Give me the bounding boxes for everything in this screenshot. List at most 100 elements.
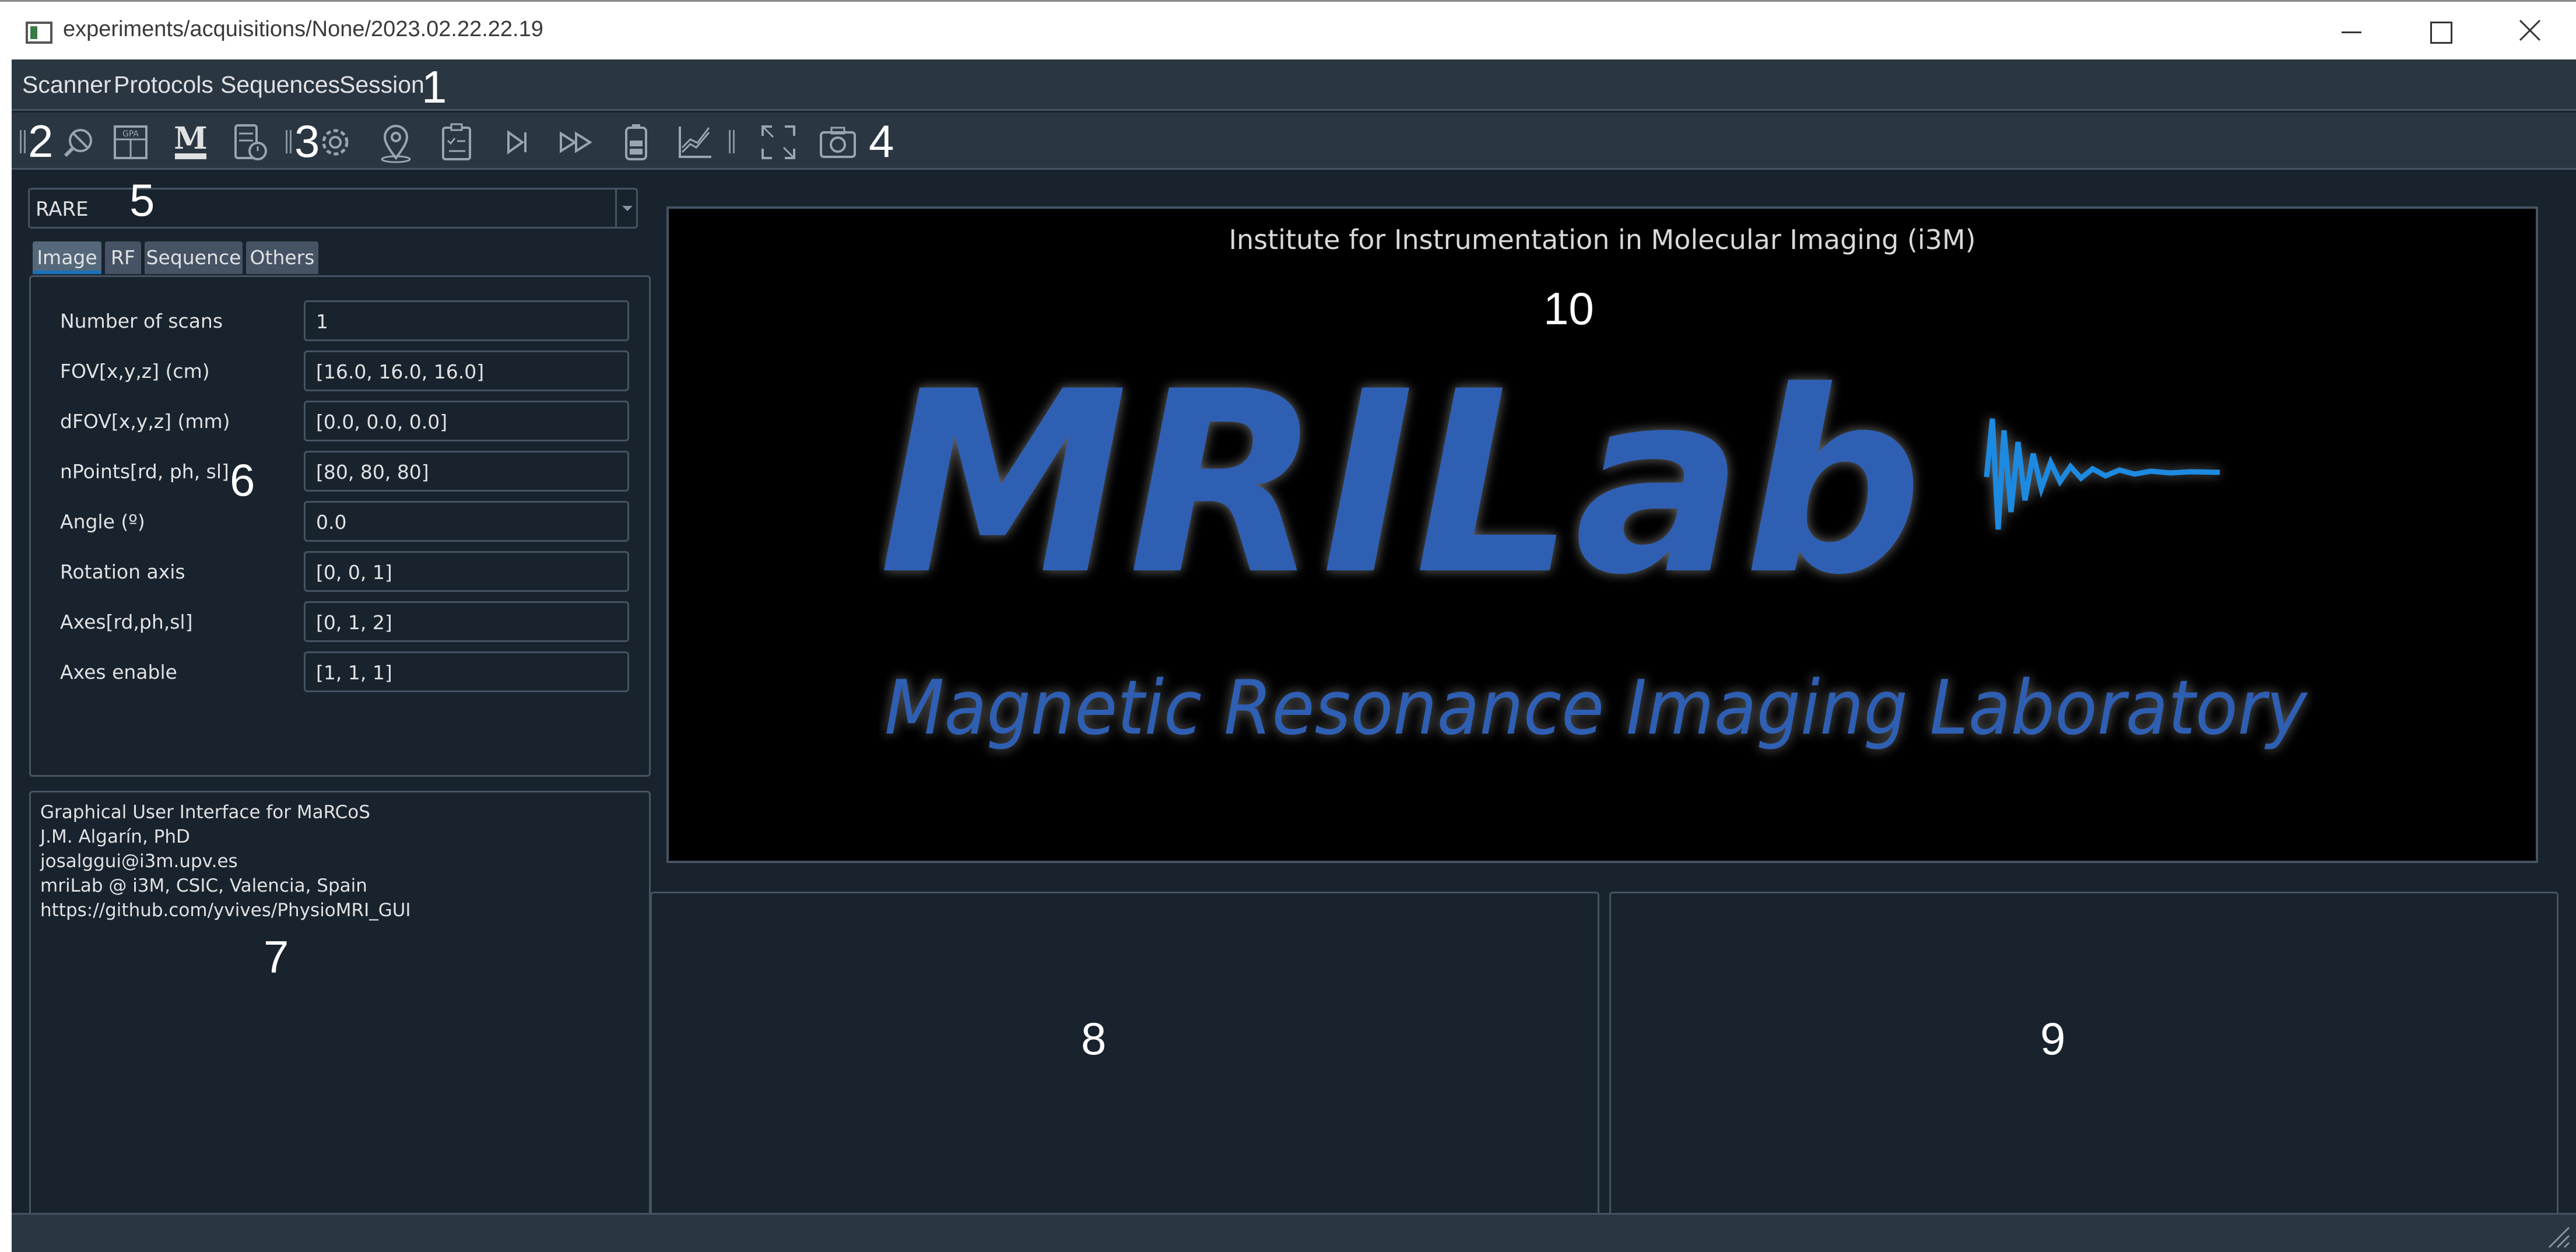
localizer-icon [381, 125, 411, 163]
maximize-button[interactable] [2420, 12, 2461, 51]
window-title: experiments/acquisitions/None/2023.02.22… [63, 17, 543, 41]
fast-forward-button[interactable] [553, 120, 598, 165]
param-label: nPoints[rd, ph, sl] [60, 460, 229, 483]
fullscreen-icon [761, 125, 795, 159]
fid-signal-icon [1984, 418, 2220, 530]
splash-panel: Institute for Instrumentation in Molecul… [666, 206, 2538, 863]
close-icon [2519, 19, 2541, 41]
plot-panel-left[interactable]: 8 [650, 892, 1599, 1252]
info-line: J.M. Algarín, PhD [40, 826, 190, 847]
axes-enable-input[interactable]: [1, 1, 1] [304, 651, 629, 692]
fullscreen-button[interactable] [756, 120, 801, 165]
search-off-button[interactable] [57, 120, 103, 165]
localizer-button[interactable] [373, 120, 419, 165]
logo-subtitle: Magnetic Resonance Imaging Laboratory [885, 665, 2308, 752]
menu-sequences[interactable]: Sequences [220, 71, 340, 99]
checklist-button[interactable] [434, 120, 479, 165]
annotation-marker-6: 6 [230, 454, 255, 506]
annotation-marker-2: 2 [28, 115, 54, 167]
param-row: dFOV[x,y,z] (mm) [0.0, 0.0, 0.0] [31, 399, 649, 443]
info-line: mriLab @ i3M, CSIC, Valencia, Spain [40, 875, 367, 896]
window-edge [0, 59, 12, 1252]
window-titlebar: experiments/acquisitions/None/2023.02.22… [0, 0, 2576, 59]
param-row: Rotation axis [0, 0, 1] [31, 550, 649, 593]
menu-session[interactable]: Session [339, 71, 424, 99]
parameter-form: Number of scans 1 FOV[x,y,z] (cm) [16.0,… [29, 275, 651, 777]
plot-view-button[interactable] [673, 120, 718, 165]
annotation-marker-5: 5 [129, 174, 155, 226]
menu-bar: Scanner Protocols Sequences Session 1 [12, 59, 2576, 113]
axes-input[interactable]: [0, 1, 2] [304, 601, 629, 642]
angle-input[interactable]: 0.0 [304, 501, 629, 542]
number-of-scans-input[interactable]: 1 [304, 300, 629, 341]
tab-rf[interactable]: RF [105, 241, 141, 274]
toolbar: 2 GPA M 3 4 [12, 113, 2576, 170]
battery-icon [625, 124, 647, 160]
rotation-axis-input[interactable]: [0, 0, 1] [304, 551, 629, 592]
param-label: Axes[rd,ph,sl] [60, 611, 193, 633]
gpa-fhdo-button[interactable]: GPA [108, 120, 153, 165]
annotation-marker-9: 9 [2040, 1013, 2066, 1064]
server-timer-button[interactable] [227, 120, 273, 165]
plot-view-icon [679, 127, 711, 158]
search-off-icon [64, 129, 92, 157]
toolbar-handle [20, 130, 26, 153]
logo-title: MRILab [879, 349, 1923, 630]
tab-sequence[interactable]: Sequence [145, 241, 243, 274]
annotation-marker-7: 7 [264, 931, 289, 983]
marcos-button[interactable]: M [168, 120, 213, 165]
param-label: FOV[x,y,z] (cm) [60, 360, 210, 383]
tab-others[interactable]: Others [246, 241, 318, 274]
step-forward-icon [507, 130, 527, 155]
chevron-down-icon[interactable] [615, 190, 636, 227]
step-forward-button[interactable] [493, 120, 539, 165]
dfov-input[interactable]: [0.0, 0.0, 0.0] [304, 401, 629, 441]
svg-text:GPA: GPA [122, 129, 139, 139]
resize-grip-icon[interactable] [2543, 1222, 2570, 1249]
institute-label: Institute for Instrumentation in Molecul… [1229, 224, 1976, 255]
marcos-icon: M [174, 121, 208, 159]
checklist-icon [442, 123, 471, 160]
battery-button[interactable] [613, 120, 659, 165]
param-label: Number of scans [60, 310, 223, 332]
status-bar [12, 1213, 2576, 1252]
tab-image[interactable]: Image [33, 241, 101, 274]
settings-button[interactable] [313, 120, 358, 165]
param-row: Angle (º) 0.0 [31, 500, 649, 543]
param-row: FOV[x,y,z] (cm) [16.0, 16.0, 16.0] [31, 349, 649, 392]
sequence-select-value: RARE [36, 198, 89, 221]
toolbar-handle [729, 130, 735, 153]
server-timer-icon [234, 124, 267, 160]
info-line: Graphical User Interface for MaRCoS [40, 802, 370, 823]
param-row: Number of scans 1 [31, 299, 649, 342]
menu-scanner[interactable]: Scanner [22, 71, 111, 99]
main-window: Scanner Protocols Sequences Session 1 2 … [12, 59, 2576, 1252]
param-label: Rotation axis [60, 560, 185, 583]
toolbar-handle [286, 130, 292, 153]
info-line: https://github.com/yvives/PhysioMRI_GUI [40, 900, 411, 921]
sequence-select[interactable]: RARE [28, 188, 638, 229]
mrilab-logo: MRILab Magnetic Resonance Imaging Labora… [879, 349, 2308, 752]
gpa-fhdo-icon: GPA [114, 125, 148, 159]
annotation-marker-10: 10 [1543, 283, 1594, 334]
camera-icon [820, 127, 856, 158]
param-row: Axes enable [1, 1, 1] [31, 650, 649, 693]
info-line: josalggui@i3m.upv.es [40, 851, 238, 872]
camera-button[interactable] [815, 120, 861, 165]
fov-input[interactable]: [16.0, 16.0, 16.0] [304, 350, 629, 391]
annotation-marker-8: 8 [1081, 1013, 1107, 1064]
svg-text:M: M [174, 121, 208, 156]
info-console[interactable]: Graphical User Interface for MaRCoS J.M.… [29, 791, 651, 1252]
npoints-input[interactable]: [80, 80, 80] [304, 451, 629, 492]
fast-forward-icon [560, 131, 592, 153]
app-icon [26, 22, 52, 44]
menu-protocols[interactable]: Protocols [114, 71, 213, 99]
param-label: Angle (º) [60, 510, 145, 533]
param-label: dFOV[x,y,z] (mm) [60, 410, 230, 433]
minimize-button[interactable] [2331, 12, 2372, 51]
plot-panel-right[interactable]: 9 [1609, 892, 2559, 1252]
annotation-marker-1: 1 [422, 61, 447, 113]
close-button[interactable] [2510, 12, 2551, 51]
settings-icon [322, 129, 349, 156]
param-row: nPoints[rd, ph, sl] [80, 80, 80] [31, 450, 649, 493]
